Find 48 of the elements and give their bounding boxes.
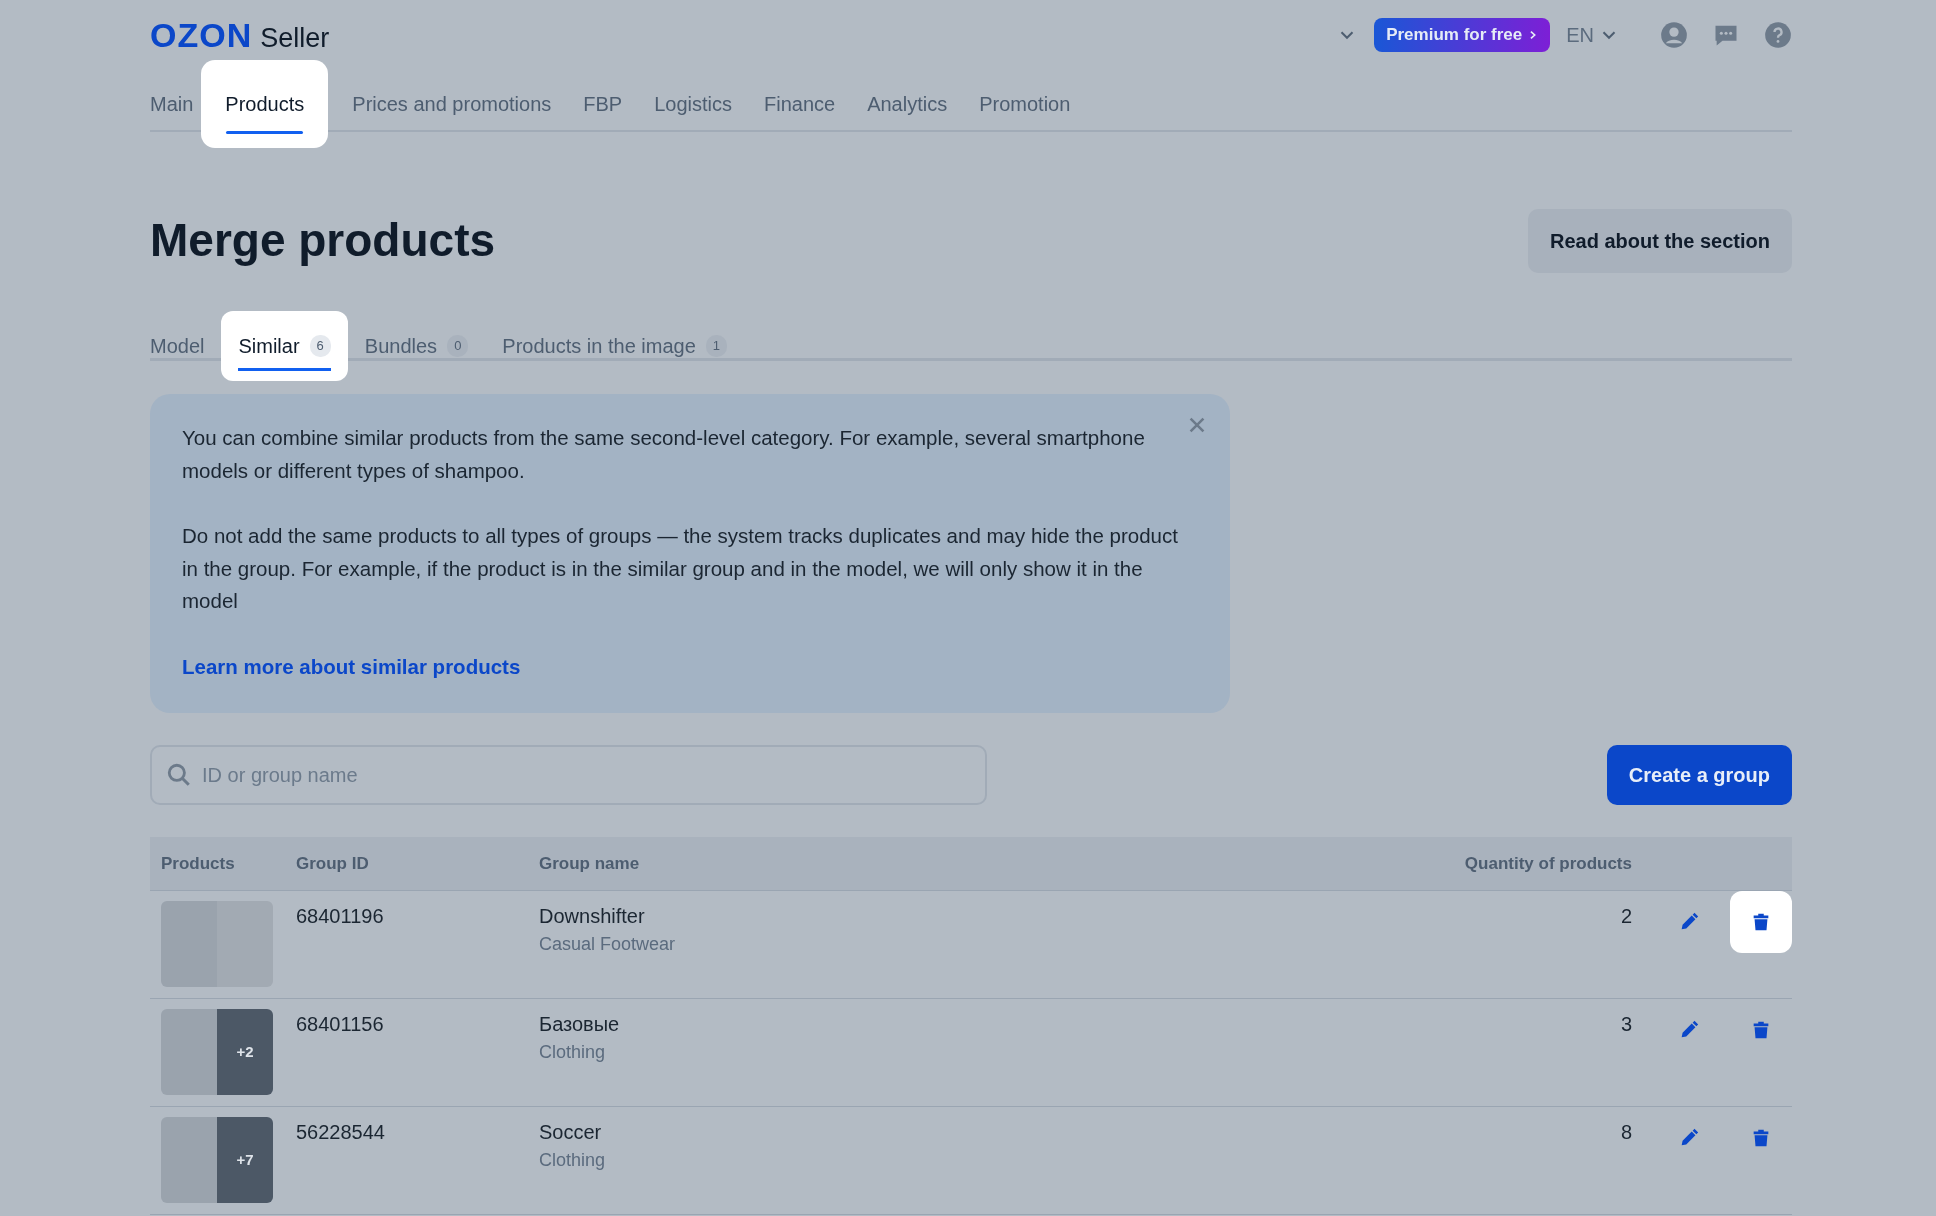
logo[interactable]: OZON (150, 18, 253, 52)
group-category: Casual Footwear (539, 933, 677, 956)
create-group-button[interactable]: Create a group (1606, 745, 1792, 805)
nav-tab[interactable]: Promotion (955, 60, 1079, 148)
language-selector[interactable]: EN (1566, 20, 1594, 50)
tab[interactable]: Model (150, 311, 222, 381)
tab[interactable]: Products in the image 1 (485, 311, 745, 381)
group-category: Clothing (539, 1149, 607, 1172)
nav-tab[interactable]: Analytics (843, 60, 956, 148)
group-id: 68401156 (296, 1013, 384, 1035)
page-title: Merge products (150, 213, 496, 269)
nav-tab[interactable]: Finance (740, 60, 844, 148)
product-quantity: 8 (1620, 1121, 1632, 1143)
user-icon[interactable] (1660, 21, 1688, 49)
info-text: You can combine similar products from the same second-level category. For example, several smartphone models or different types of shampoo. (182, 425, 1146, 484)
column-header: Quantity of products (1464, 853, 1632, 873)
help-icon[interactable] (1764, 21, 1792, 49)
premium-button[interactable]: Premium for free (1374, 18, 1551, 52)
nav-tab[interactable]: Prices and promotions (328, 60, 560, 148)
nav-tab[interactable]: Main (150, 60, 202, 148)
group-id: 68401196 (296, 905, 384, 927)
more-count: +2 (236, 1041, 254, 1062)
group-name: Базовые (539, 1012, 621, 1037)
logo-text: Seller (260, 25, 330, 52)
learn-more-link[interactable]: Learn more about similar products (182, 654, 521, 678)
tab-count: 6 (309, 335, 331, 357)
group-name: Downshifter (539, 904, 646, 929)
delete-button[interactable] (1730, 891, 1792, 953)
tab-count: 0 (447, 335, 469, 357)
group-id: 56228544 (296, 1121, 385, 1143)
more-count: +7 (236, 1149, 254, 1170)
read-section-button[interactable]: Read about the section (1527, 209, 1792, 273)
tab-count: 1 (705, 335, 728, 357)
tab[interactable]: Similar 6 (221, 311, 348, 381)
search-field[interactable]: ID or group name (150, 745, 987, 805)
search-icon (166, 762, 192, 788)
nav-tab[interactable]: Products (201, 60, 329, 148)
nav-tab[interactable]: FBP (559, 60, 631, 148)
column-header: Group ID (296, 853, 369, 873)
tab[interactable]: Bundles 0 (347, 311, 486, 381)
nav-tab[interactable]: Logistics (630, 60, 740, 148)
column-header: Products (161, 853, 235, 873)
group-name: Soccer (539, 1120, 603, 1145)
column-header: Group name (539, 853, 640, 873)
group-category: Clothing (539, 1041, 607, 1064)
product-quantity: 2 (1620, 905, 1632, 927)
info-text: Do not add the same products to all types of groups — the system tracks duplicates and may hide the product in the group. For example, if the product is in the similar group and in the model, we will only show it in the model (182, 523, 1179, 614)
product-quantity: 3 (1620, 1013, 1632, 1035)
